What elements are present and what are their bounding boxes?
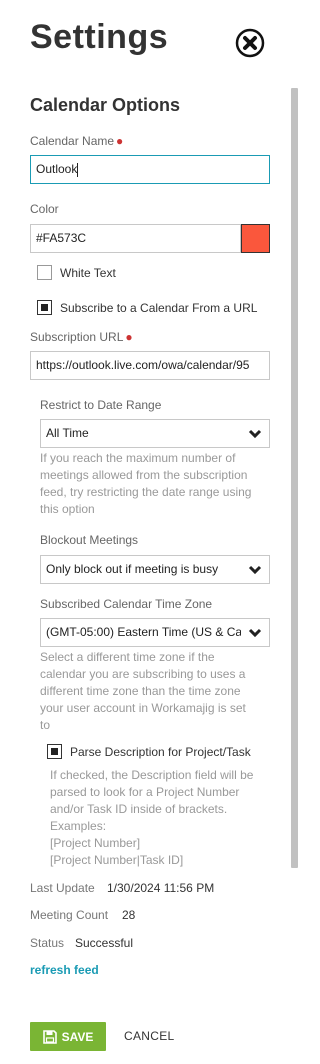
subscription-url-label: Subscription URL ● (30, 330, 133, 344)
meeting-count-label: Meeting Count (30, 908, 109, 922)
chevron-down-icon (248, 565, 262, 575)
parse-description-checkbox[interactable] (47, 744, 62, 759)
refresh-feed-link[interactable]: refresh feed (30, 963, 99, 977)
required-indicator: ● (125, 330, 133, 344)
date-range-label: Restrict to Date Range (40, 398, 162, 412)
close-icon (235, 28, 265, 58)
timezone-label: Subscribed Calendar Time Zone (40, 597, 213, 611)
calendar-name-label: Calendar Name ● (30, 134, 124, 148)
blockout-label: Blockout Meetings (40, 533, 139, 547)
chevron-down-icon (248, 429, 262, 439)
status-value: Successful (75, 936, 134, 950)
parse-description-help: If checked, the Description field will b… (50, 768, 254, 867)
subscribe-label: Subscribe to a Calendar From a URL (60, 301, 258, 315)
chevron-down-icon (248, 628, 262, 638)
color-swatch[interactable] (241, 224, 270, 253)
white-text-checkbox[interactable] (37, 265, 52, 280)
save-button[interactable]: SAVE (30, 1022, 106, 1051)
section-title: Calendar Options (30, 95, 181, 115)
status-label: Status (30, 936, 65, 950)
white-text-label: White Text (60, 266, 116, 280)
last-update-value: 1/30/2024 11:56 PM (107, 881, 215, 895)
date-range-select[interactable]: All Time (40, 419, 270, 448)
scrollbar[interactable] (291, 88, 298, 868)
subscription-url-input[interactable]: https://outlook.live.com/owa/calendar/95 (30, 351, 270, 380)
timezone-select[interactable]: (GMT-05:00) Eastern Time (US & Canada) (40, 618, 270, 647)
required-indicator: ● (116, 134, 124, 148)
timezone-help: Select a different time zone if the cale… (40, 650, 246, 732)
close-button[interactable] (235, 28, 265, 58)
blockout-select[interactable]: Only block out if meeting is busy (40, 555, 270, 584)
floppy-disk-icon (42, 1029, 57, 1044)
subscribe-checkbox[interactable] (37, 300, 52, 315)
parse-description-label: Parse Description for Project/Task (70, 745, 251, 759)
meeting-count-value: 28 (122, 908, 136, 922)
color-label: Color (30, 202, 59, 216)
cancel-button[interactable]: CANCEL (124, 1029, 174, 1043)
calendar-name-input[interactable]: Outlook (30, 155, 270, 184)
page-title: Settings (30, 18, 169, 56)
date-range-help: If you reach the maximum number of meeti… (40, 451, 252, 516)
color-input[interactable]: #FA573C (30, 224, 241, 253)
last-update-label: Last Update (30, 881, 95, 895)
